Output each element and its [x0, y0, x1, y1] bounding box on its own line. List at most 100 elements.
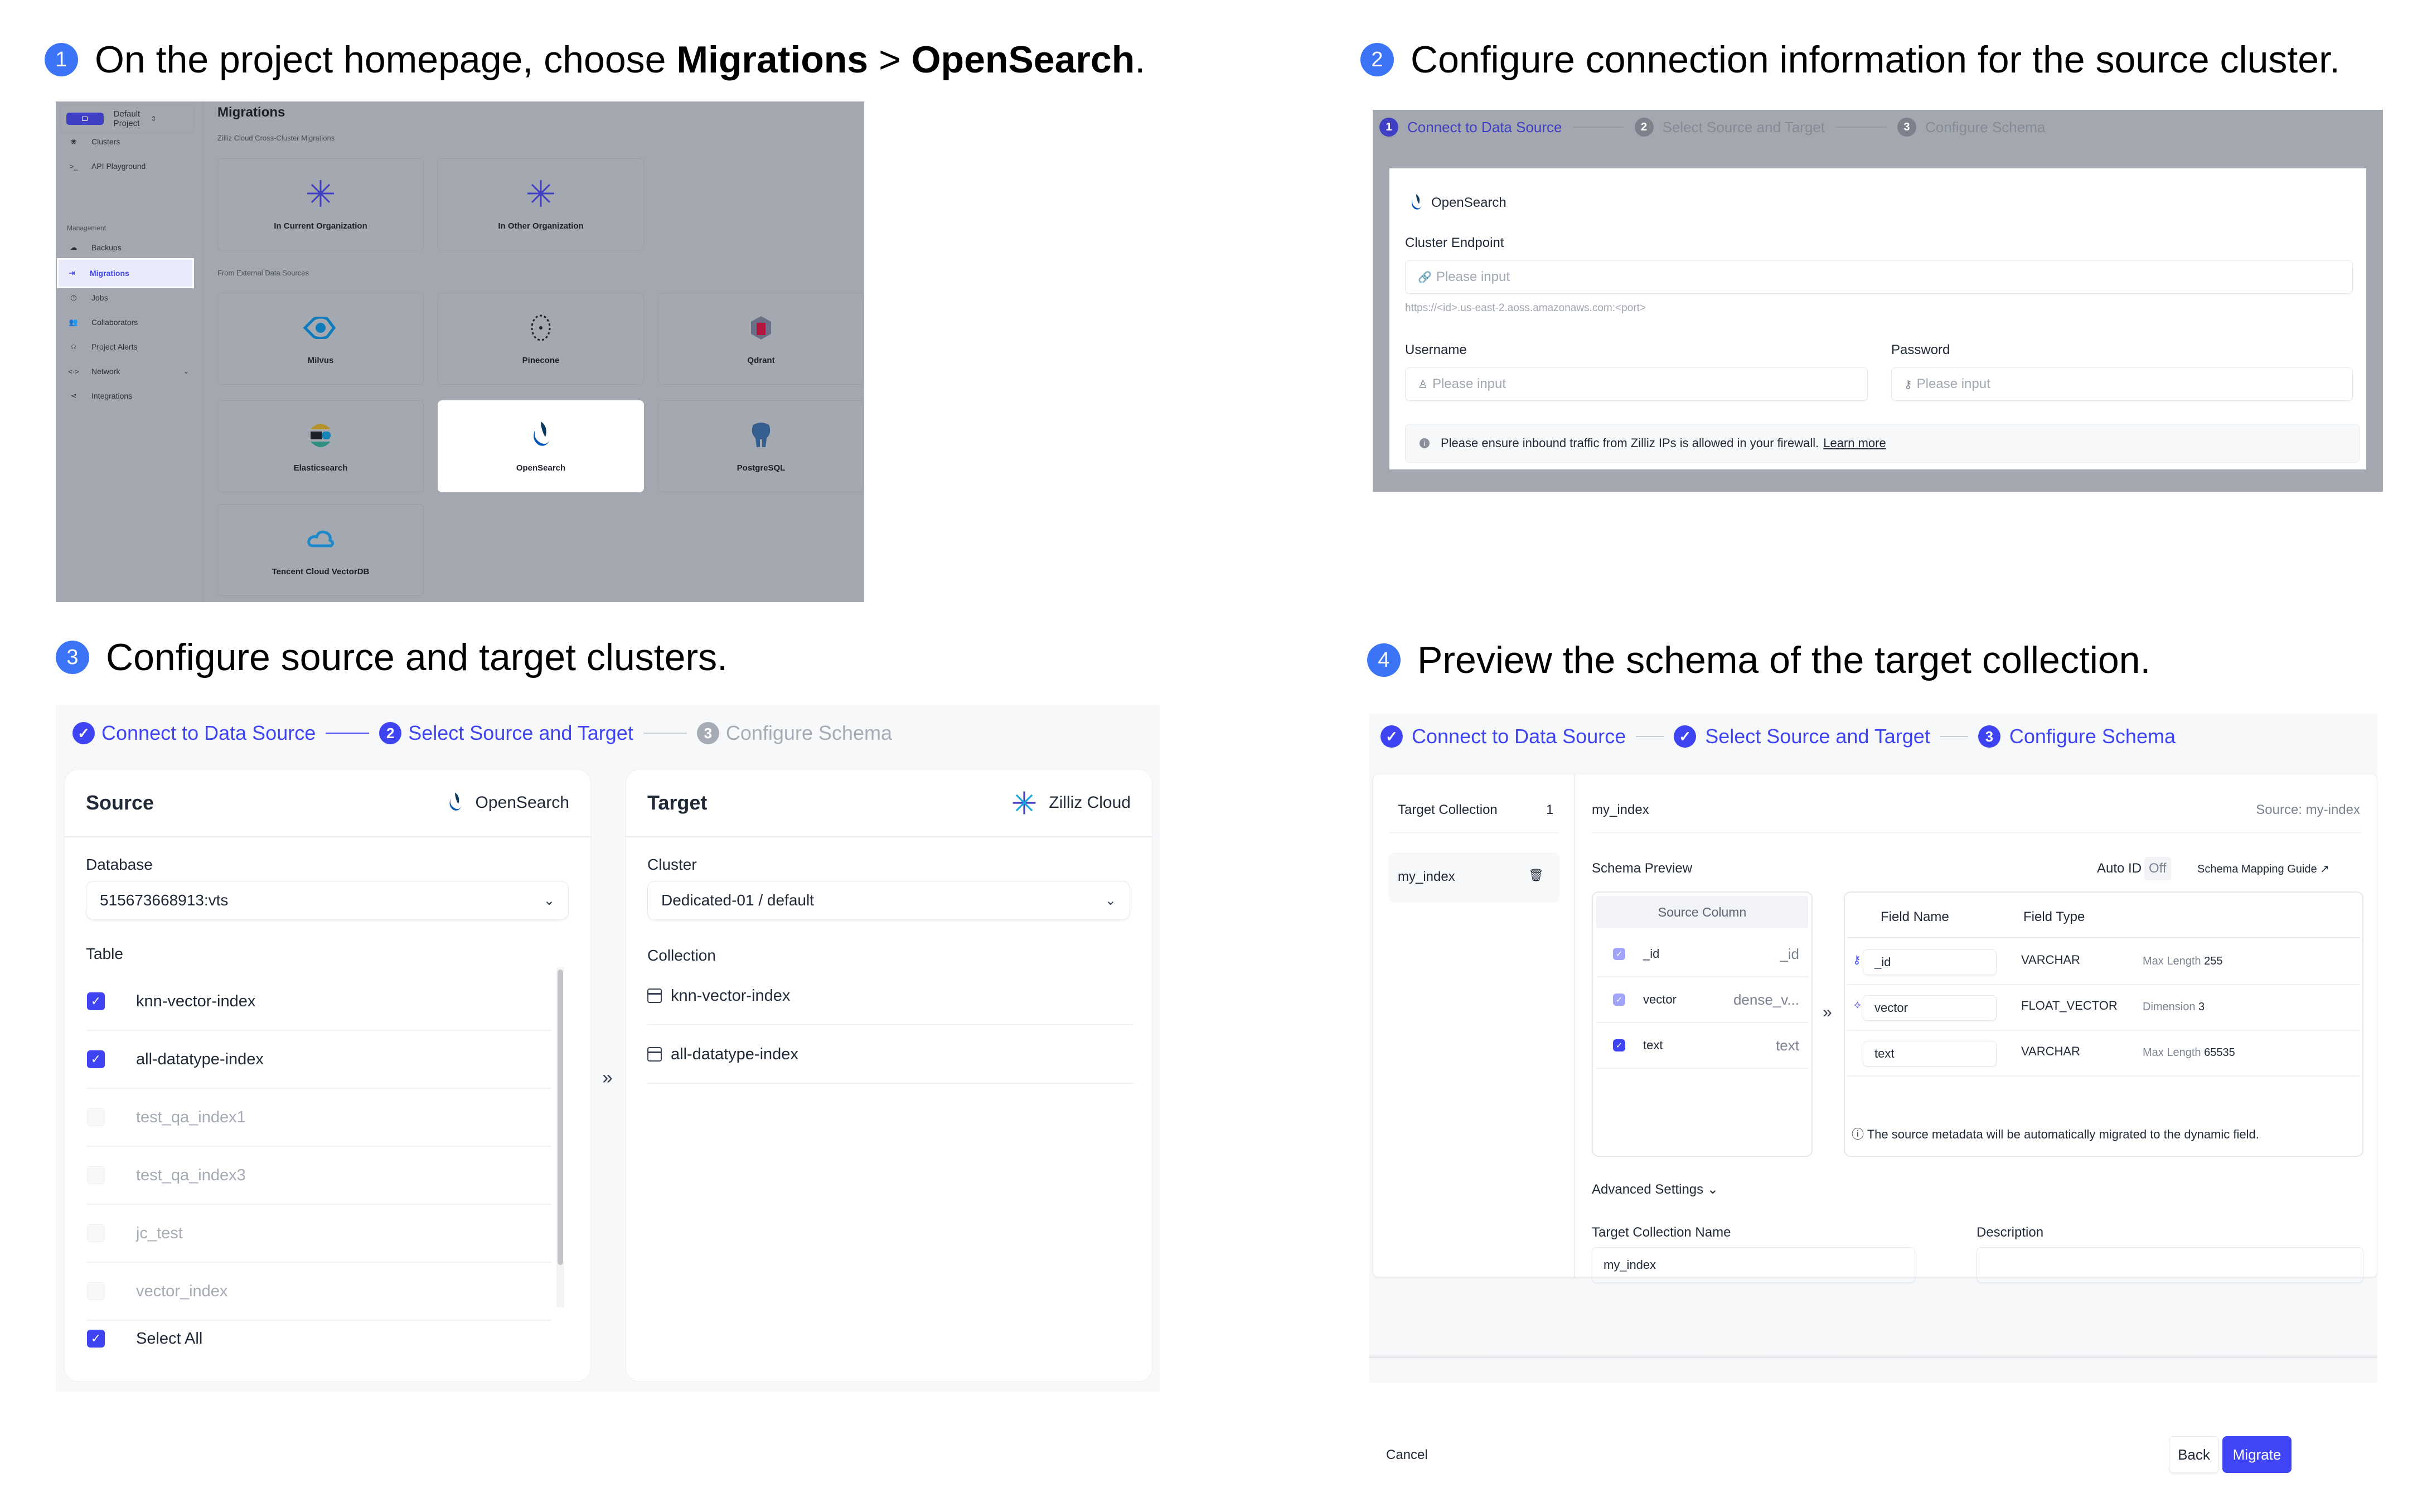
wizard-stepper: ✓ Connect to Data Source ✓ Select Source a… — [1380, 725, 2176, 748]
back-button[interactable]: Back — [2169, 1436, 2219, 1473]
card-postgresql[interactable]: PostgreSQL — [658, 400, 864, 492]
card-opensearch[interactable]: OpenSearch — [438, 400, 644, 492]
collection-row: all-datatype-index — [647, 1026, 1133, 1084]
card-milvus[interactable]: Milvus — [217, 293, 424, 385]
card-in-current-organization[interactable]: In Current Organization — [217, 158, 424, 250]
username-input[interactable]: ♙ Please input — [1405, 367, 1868, 401]
sidebar-item-integrations[interactable]: ⋖ Integrations — [60, 382, 197, 409]
table-row[interactable]: ✓ knn-vector-index — [87, 973, 551, 1031]
field-name-input[interactable]: _id — [1863, 949, 1997, 975]
advanced-settings-toggle[interactable]: Advanced Settings ⌄ — [1592, 1181, 1718, 1198]
field-type: FLOAT_VECTOR — [2021, 999, 2118, 1012]
source-column-row: ✓ vector dense_v... — [1596, 977, 1808, 1023]
database-label: Database — [86, 856, 153, 873]
field-row: ✧ vector FLOAT_VECTOR Dimension 3 — [1847, 985, 2360, 1031]
learn-more-link[interactable]: Learn more — [1823, 436, 1886, 450]
target-collection-name-input[interactable]: my_index — [1592, 1247, 1915, 1283]
scrollbar-thumb[interactable] — [558, 970, 563, 1265]
password-input[interactable]: ⚷ Please input — [1891, 367, 2353, 401]
field-param: Max Length 65535 — [2143, 1046, 2235, 1059]
wizard-step-select: 2 Select Source and Target — [379, 721, 633, 745]
source-title: Source — [86, 791, 154, 814]
checkbox-unchecked[interactable] — [87, 1166, 105, 1184]
step-heading-2: 2 Configure connection information for t… — [1360, 38, 2340, 81]
checkbox-locked: ✓ — [1613, 948, 1625, 960]
table-row[interactable]: test_qa_index1 — [87, 1089, 551, 1147]
sidebar-item-project-alerts[interactable]: ⍾ Project Alerts — [60, 333, 197, 360]
sidebar-item-migrations[interactable]: ⇥ Migrations — [57, 258, 194, 288]
endpoint-input[interactable]: 🔗 Please input — [1405, 260, 2353, 294]
checkbox-unchecked[interactable] — [87, 1282, 105, 1300]
table-row[interactable]: test_qa_index3 — [87, 1147, 551, 1205]
sidebar-item-collaborators[interactable]: 👥 Collaborators — [60, 309, 197, 336]
checkbox-checked[interactable]: ✓ — [87, 1050, 105, 1068]
scrollbar[interactable] — [556, 967, 564, 1307]
field-row: text VARCHAR Max Length 65535 — [1847, 1031, 2360, 1077]
step-number-badge: 4 — [1367, 643, 1401, 677]
sidebar-section-management: Management — [67, 224, 106, 232]
step-number-badge: 3 — [56, 641, 89, 674]
table-icon — [647, 1047, 662, 1062]
card-pinecone[interactable]: Pinecone — [438, 293, 644, 385]
wizard-step-select: ✓ Select Source and Target — [1674, 725, 1930, 748]
cancel-button[interactable]: Cancel — [1386, 1438, 1428, 1472]
field-row: ⚷ _id VARCHAR Max Length 255 — [1847, 939, 2360, 985]
wizard-step-select: 2 Select Source and Target — [1634, 118, 1825, 137]
sidebar-item-api-playground[interactable]: >_ API Playground — [60, 153, 197, 180]
description-input[interactable] — [1977, 1247, 2363, 1283]
table-row[interactable]: jc_test — [87, 1205, 551, 1263]
checkbox-locked: ✓ — [1613, 994, 1625, 1006]
sidebar-item-network[interactable]: <·> Network ⌄ — [60, 358, 197, 385]
sidebar-item-jobs[interactable]: ◷ Jobs — [60, 284, 197, 311]
opensearch-logo-icon — [530, 420, 552, 451]
wizard-step-connect: 1 Connect to Data Source — [1379, 118, 1562, 137]
card-qdrant[interactable]: Qdrant — [658, 293, 864, 385]
tencent-cloud-logo-icon — [307, 524, 335, 555]
vector-icon: ✧ — [1853, 1000, 1862, 1012]
section-external-sources: From External Data Sources — [217, 269, 309, 277]
trash-icon[interactable]: 🗑 — [1528, 868, 1544, 883]
database-select[interactable]: 515673668913:vts ⌄ — [86, 881, 569, 920]
migrate-icon: ⇥ — [69, 269, 75, 277]
sidebar-item-backups[interactable]: ☁ Backups — [60, 234, 197, 261]
card-elasticsearch[interactable]: Elasticsearch — [217, 400, 424, 492]
collection-list-item[interactable]: my_index 🗑 — [1389, 852, 1559, 903]
elasticsearch-logo-icon — [308, 420, 333, 451]
field-name-input[interactable]: text — [1863, 1041, 1997, 1067]
checkbox-checked[interactable]: ✓ — [1613, 1039, 1625, 1051]
select-all-row[interactable]: ✓ Select All — [87, 1310, 551, 1368]
card-tencent-cloud-vectordb[interactable]: Tencent Cloud VectorDB — [217, 504, 424, 596]
sidebar-item-clusters[interactable]: ❀ Clusters — [60, 128, 197, 155]
target-fields-table: Field Name Field Type ⚷ _id VARCHAR Max Len… — [1844, 891, 2363, 1157]
auto-id-toggle[interactable]: Off — [2144, 857, 2171, 880]
auto-id-label: Auto ID — [2097, 861, 2142, 876]
page-title: Migrations — [217, 105, 285, 120]
milvus-logo-icon — [303, 312, 338, 343]
schema-mapping-guide-link[interactable]: Schema Mapping Guide ↗ — [2197, 862, 2329, 876]
wizard-step-schema: 3 Configure Schema — [1897, 118, 2045, 137]
field-type-header: Field Type — [2023, 909, 2085, 924]
integrations-icon: ⋖ — [70, 391, 77, 400]
wizard-step-connect: ✓ Connect to Data Source — [1380, 725, 1626, 748]
pinecone-logo-icon — [530, 312, 552, 343]
step-heading-1: 1 On the project homepage, choose Migrat… — [45, 38, 1145, 81]
checkbox-unchecked[interactable] — [87, 1108, 105, 1126]
migrate-button[interactable]: Migrate — [2222, 1436, 2292, 1473]
wizard-stepper: ✓ Connect to Data Source 2 Select Source a… — [72, 721, 892, 745]
connect-data-source-screenshot: 1 Connect to Data Source 2 Select Source a… — [1373, 110, 2383, 492]
checkbox-checked[interactable]: ✓ — [87, 992, 105, 1010]
cluster-select[interactable]: Dedicated-01 / default ⌄ — [647, 881, 1130, 920]
checkbox-unchecked[interactable] — [87, 1224, 105, 1242]
double-chevron-right-icon: » — [602, 1067, 613, 1088]
field-name-input[interactable]: vector — [1863, 995, 1997, 1021]
clusters-icon: ❀ — [70, 137, 77, 146]
migrations-main: Migrations Zilliz Cloud Cross-Cluster Mi… — [217, 101, 864, 602]
network-icon: <·> — [68, 367, 79, 376]
card-in-other-organization[interactable]: In Other Organization — [438, 158, 644, 250]
primary-key-icon: ⚷ — [1853, 954, 1861, 966]
wizard-stepper: 1 Connect to Data Source 2 Select Source a… — [1379, 118, 2045, 137]
target-collection-name-label: Target Collection Name — [1592, 1225, 1731, 1240]
step-number-badge: 2 — [1360, 43, 1394, 76]
table-row[interactable]: ✓ all-datatype-index — [87, 1031, 551, 1089]
checkbox-checked[interactable]: ✓ — [87, 1330, 105, 1348]
